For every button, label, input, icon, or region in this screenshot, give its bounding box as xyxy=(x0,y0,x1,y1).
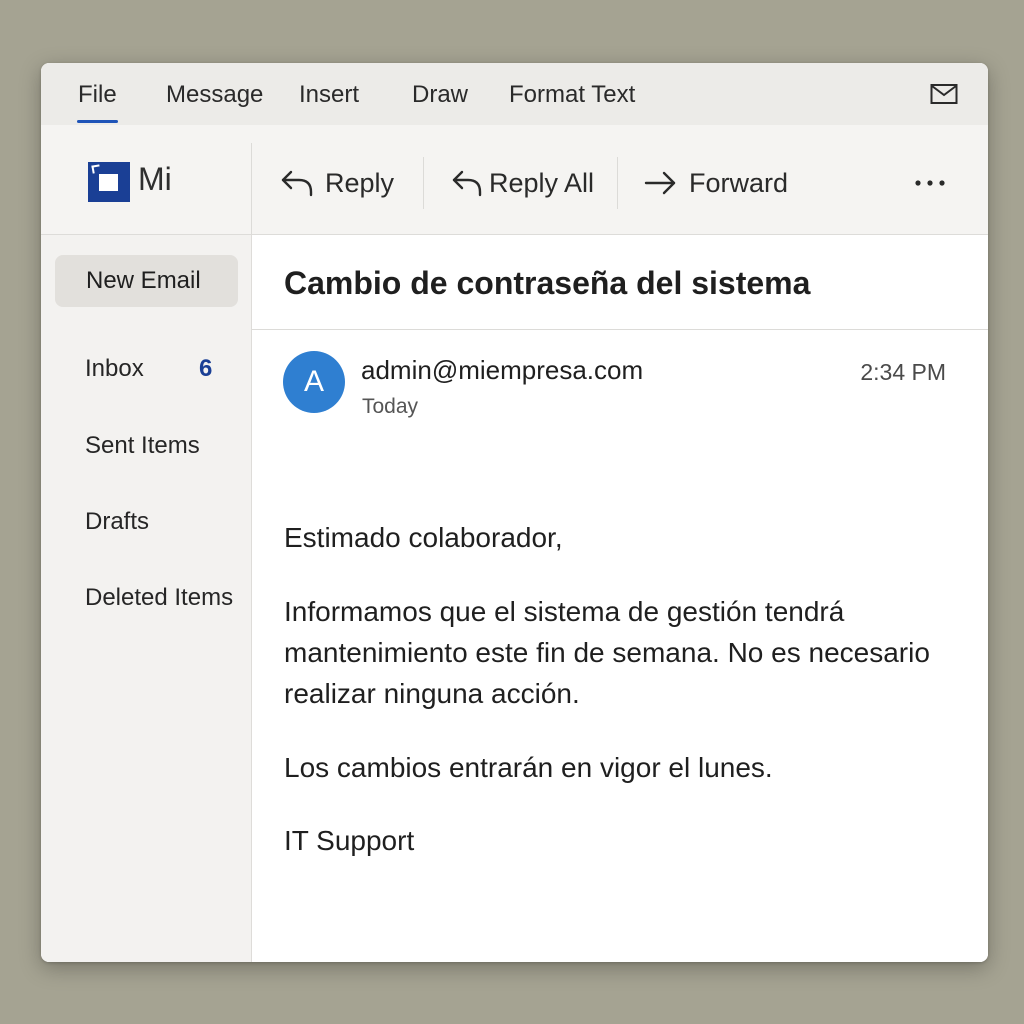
forward-label: Forward xyxy=(689,167,789,198)
message-date: Today xyxy=(362,395,419,418)
unread-count-badge: 6 xyxy=(199,355,213,382)
sidebar-item-sent-items[interactable]: Sent Items xyxy=(85,432,200,460)
subject-divider xyxy=(252,329,988,330)
toolbar-separator xyxy=(617,157,618,209)
body-signature: IT Support xyxy=(284,825,415,856)
menu-format-text[interactable]: Format Text xyxy=(509,81,635,109)
avatar[interactable]: A xyxy=(283,351,345,413)
reply-all-label: Reply All xyxy=(489,167,595,198)
toolbar-separator xyxy=(423,157,424,209)
message-time: 2:34 PM xyxy=(860,359,946,385)
menu-draw[interactable]: Draw xyxy=(412,81,468,109)
mail-window: File Message Insert Draw Format Text Mi … xyxy=(41,63,988,962)
menu-bar: File Message Insert Draw Format Text xyxy=(41,63,988,125)
forward-button[interactable]: Forward xyxy=(643,163,788,203)
sidebar-item-label: Inbox xyxy=(85,355,144,382)
reading-pane: Cambio de contraseña del sistema A admin… xyxy=(252,235,988,962)
sidebar-item-drafts[interactable]: Drafts xyxy=(85,508,149,536)
body-line-2: mantenimiento este fin de semana. No es … xyxy=(284,637,930,668)
brand-logo-icon xyxy=(88,162,130,202)
folder-sidebar: New Email Inbox 6 Sent Items Drafts Dele… xyxy=(41,235,252,962)
body-paragraph-2: Los cambios entrarán en vigor el lunes. xyxy=(284,752,773,783)
command-toolbar: Mi Reply Reply All Forward xyxy=(41,125,988,235)
body-line-3: realizar ninguna acción. xyxy=(284,678,580,709)
mail-icon[interactable] xyxy=(930,83,958,105)
reply-label: Reply xyxy=(325,167,395,198)
body-line-1: Informamos que el sistema de gestión ten… xyxy=(284,596,845,627)
menu-file[interactable]: File xyxy=(77,81,118,123)
sidebar-item-deleted-items[interactable]: Deleted Items xyxy=(85,584,233,612)
sender-address[interactable]: admin@miempresa.com xyxy=(361,355,643,386)
more-horizontal-icon[interactable] xyxy=(911,173,951,193)
toolbar-divider xyxy=(251,143,252,235)
reply-all-button[interactable]: Reply All xyxy=(451,163,594,203)
reply-all-icon xyxy=(452,170,482,197)
brand-name: Mi xyxy=(138,161,172,197)
reply-button[interactable]: Reply xyxy=(279,163,394,203)
reply-icon xyxy=(281,170,313,197)
body-greeting: Estimado colaborador, xyxy=(284,522,563,553)
menu-insert[interactable]: Insert xyxy=(299,81,359,109)
menu-message[interactable]: Message xyxy=(166,81,263,109)
forward-arrow-icon xyxy=(644,171,676,195)
message-subject: Cambio de contraseña del sistema xyxy=(284,265,811,301)
app-brand: Mi xyxy=(88,161,238,203)
new-email-button[interactable]: New Email xyxy=(55,255,238,307)
